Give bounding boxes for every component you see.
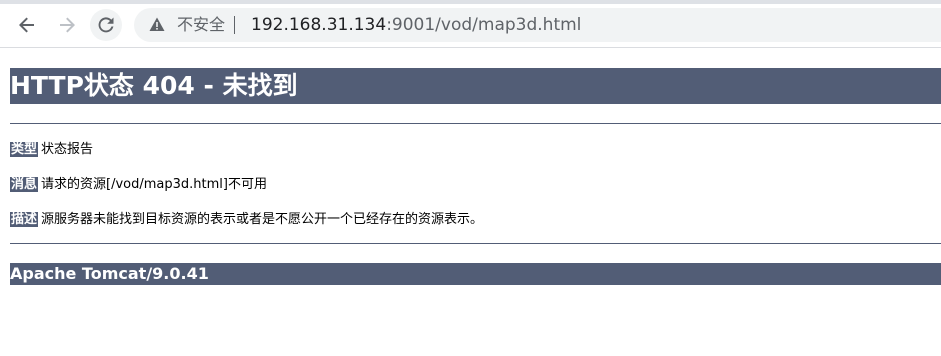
back-button[interactable] <box>11 9 43 41</box>
description-value: 源服务器未能找到目标资源的表示或者是不愿公开一个已经存在的资源表示。 <box>41 212 484 227</box>
browser-toolbar: 不安全 192.168.31.134:9001/vod/map3d.html <box>0 0 941 48</box>
message-value: 请求的资源[/vod/map3d.html]不可用 <box>41 177 267 192</box>
reload-icon <box>98 17 114 33</box>
security-label[interactable]: 不安全 <box>177 16 225 34</box>
type-value: 状态报告 <box>41 142 94 157</box>
reload-button[interactable] <box>90 9 122 41</box>
description-row: 描述 源服务器未能找到目标资源的表示或者是不愿公开一个已经存在的资源表示。 <box>10 211 483 228</box>
error-page: HTTP状态 404 - 未找到 类型 状态报告 消息 请求的资源[/vod/map… <box>10 68 941 285</box>
warning-triangle-icon[interactable] <box>149 17 165 32</box>
forward-button[interactable] <box>51 9 83 41</box>
server-footer: Apache Tomcat/9.0.41 <box>10 263 941 285</box>
message-key: 消息 <box>10 177 39 192</box>
omnibox-divider <box>234 16 235 34</box>
url-text[interactable]: 192.168.31.134:9001/vod/map3d.html <box>251 15 581 35</box>
divider <box>10 243 941 244</box>
url-host: 192.168.31.134 <box>251 15 387 35</box>
type-row: 类型 状态报告 <box>10 141 93 158</box>
url-path: :9001/vod/map3d.html <box>386 15 582 35</box>
address-bar[interactable]: 不安全 192.168.31.134:9001/vod/map3d.html <box>134 8 941 42</box>
description-key: 描述 <box>10 212 39 227</box>
arrow-right-icon <box>60 17 75 33</box>
message-row: 消息 请求的资源[/vod/map3d.html]不可用 <box>10 176 267 193</box>
type-key: 类型 <box>10 142 39 157</box>
page-title: HTTP状态 404 - 未找到 <box>10 68 941 104</box>
arrow-left-icon <box>19 17 34 33</box>
divider <box>10 123 941 124</box>
